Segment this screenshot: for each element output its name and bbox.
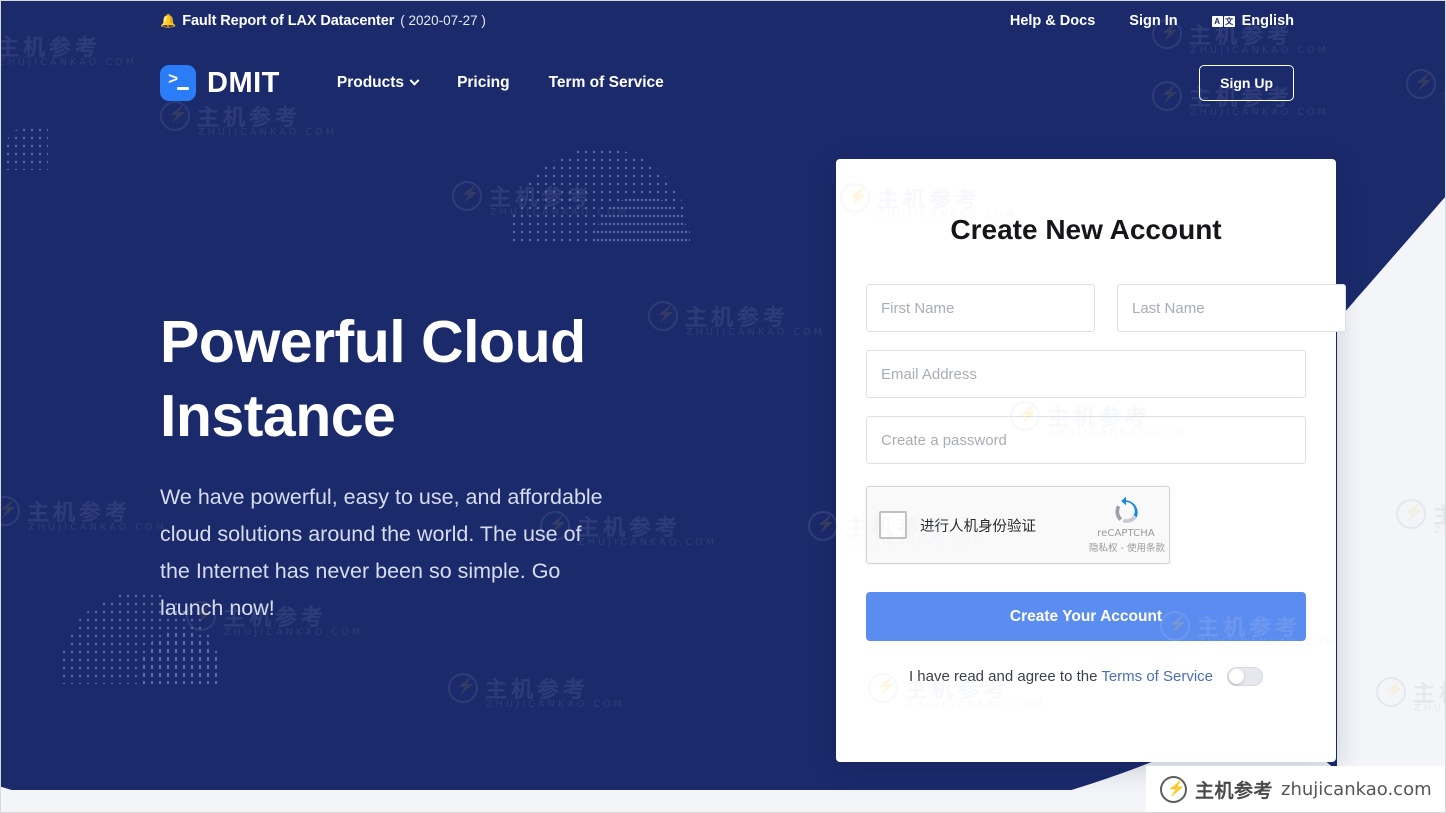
nav-item-products[interactable]: Products <box>336 74 420 92</box>
recaptcha-checkbox[interactable] <box>879 511 907 539</box>
last-name-input[interactable] <box>1117 284 1346 332</box>
top-announcement-bar: 🔔 Fault Report of LAX Datacenter ( 2020-… <box>0 0 1446 42</box>
chevron-down-icon <box>409 75 420 86</box>
hero-title-line-1: Powerful Cloud <box>160 309 586 375</box>
top-utility-nav: Help & Docs Sign In A 文 English <box>1010 0 1446 42</box>
create-account-card: Create New Account 进行人机身份验证 reCAPTCHA 隐私… <box>836 159 1346 762</box>
terms-of-service-link[interactable]: Terms of Service <box>1101 668 1213 685</box>
terminal-prompt-icon <box>160 65 196 101</box>
watermark-cn: 主机参考 <box>1433 498 1446 530</box>
card-title: Create New Account <box>950 214 1222 245</box>
sign-up-button[interactable]: Sign Up <box>1199 65 1294 101</box>
watermark-logo-icon <box>1376 677 1406 707</box>
primary-nav-links: Products Pricing Term of Service <box>337 74 664 92</box>
name-field-row <box>836 284 1346 332</box>
hero-title: Powerful Cloud Instance <box>160 305 680 453</box>
translate-icon-cjk: 文 <box>1223 15 1235 27</box>
nav-item-term-of-service[interactable]: Term of Service <box>549 74 664 92</box>
nav-item-products-label: Products <box>336 74 405 91</box>
hero-title-line-2: Instance <box>160 383 396 449</box>
site-watermark-bar: 主机参考 zhujicankao.com <box>1146 766 1446 813</box>
recaptcha-branding: reCAPTCHA 隐私权 - 使用条款 <box>1089 496 1169 554</box>
watermark-logo-icon <box>1396 499 1426 529</box>
brand-name: DMIT <box>207 66 280 99</box>
terms-agreement-row: I have read and agree to the Terms of Se… <box>836 667 1336 686</box>
language-label: English <box>1241 13 1294 29</box>
watermark-en: ZHUJICANKAO.COM <box>1434 525 1446 536</box>
announcement-link[interactable]: 🔔 Fault Report of LAX Datacenter ( 2020-… <box>160 13 486 29</box>
watermark-cn: 主机参考 <box>1413 682 1446 707</box>
brand-logo-link[interactable]: DMIT <box>160 65 280 101</box>
bell-icon: 🔔 <box>160 13 177 28</box>
terms-agreement-text: I have read and agree to the Terms of Se… <box>909 668 1213 685</box>
site-watermark-cn: 主机参考 <box>1195 780 1274 802</box>
password-input[interactable] <box>866 416 1306 464</box>
site-watermark-logo-icon <box>1160 776 1187 803</box>
create-account-submit-button[interactable]: Create Your Account <box>866 592 1306 641</box>
recaptcha-logo-icon <box>1111 496 1141 526</box>
sign-in-link[interactable]: Sign In <box>1129 13 1177 29</box>
announcement-title: Fault Report of LAX Datacenter <box>182 13 395 29</box>
recaptcha-widget[interactable]: 进行人机身份验证 reCAPTCHA 隐私权 - 使用条款 <box>866 486 1170 564</box>
help-docs-link[interactable]: Help & Docs <box>1010 13 1095 29</box>
watermark-en: ZHUJICANKAO.COM <box>1414 703 1446 714</box>
announcement-date: ( 2020-07-27 ) <box>400 13 486 28</box>
translate-icon-latin: A <box>1211 15 1223 27</box>
page-root: 🔔 Fault Report of LAX Datacenter ( 2020-… <box>0 0 1446 813</box>
watermark: 主机参考 ZHUJICANKAO.COM <box>1396 498 1446 536</box>
recaptcha-terms-text[interactable]: 隐私权 - 使用条款 <box>1089 540 1165 554</box>
hero-subtitle: We have powerful, easy to use, and affor… <box>160 485 603 620</box>
recaptcha-label: 进行人机身份验证 <box>920 518 1036 535</box>
terms-agreement-prefix: I have read and agree to the <box>908 668 1102 685</box>
first-name-input[interactable] <box>866 284 1095 332</box>
hero-copy: Powerful Cloud Instance We have powerful… <box>160 305 680 627</box>
nav-item-pricing[interactable]: Pricing <box>457 74 510 92</box>
main-navigation-bar: DMIT Products Pricing Term of Service Si… <box>0 42 1446 124</box>
email-input[interactable] <box>866 350 1306 398</box>
watermark: 主机参考 ZHUJICANKAO.COM <box>1376 676 1446 714</box>
terms-agreement-toggle[interactable] <box>1227 667 1264 686</box>
language-switcher[interactable]: A 文 English <box>1211 13 1294 29</box>
site-watermark-domain: zhujicankao.com <box>1281 779 1432 800</box>
translate-icon: A 文 <box>1211 15 1235 27</box>
recaptcha-brand-name: reCAPTCHA <box>1097 528 1155 539</box>
